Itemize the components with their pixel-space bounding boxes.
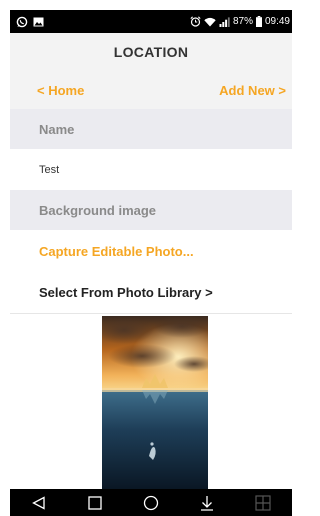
capture-photo-button[interactable]: Capture Editable Photo...: [10, 230, 292, 272]
clock: 09:49: [264, 16, 290, 27]
recents-icon[interactable]: [88, 495, 102, 510]
navigation-bar: < Home Add New >: [10, 71, 292, 109]
gallery-icon: [33, 17, 44, 26]
battery-icon: [255, 16, 262, 27]
alarm-icon: [190, 16, 201, 27]
status-bar: 87% 09:49: [10, 10, 292, 33]
add-new-button[interactable]: Add New >: [219, 83, 286, 98]
back-icon[interactable]: [31, 495, 47, 510]
app-screen: LOCATION < Home Add New > Name Test Back…: [10, 33, 292, 489]
name-field[interactable]: Test: [10, 149, 292, 190]
wifi-icon: [204, 17, 216, 26]
notifications-icon[interactable]: [200, 495, 214, 511]
page-title: LOCATION: [10, 33, 292, 71]
name-section-header: Name: [10, 109, 292, 149]
battery-percent: 87%: [232, 16, 253, 27]
dual-window-icon[interactable]: [255, 494, 271, 511]
background-section-header: Background image: [10, 190, 292, 230]
signal-icon: [219, 16, 230, 27]
home-icon[interactable]: [143, 495, 159, 511]
whatsapp-icon: [16, 16, 28, 27]
system-navigation-bar: [10, 489, 292, 516]
home-back-button[interactable]: < Home: [37, 83, 84, 98]
photo-library-button[interactable]: Select From Photo Library >: [10, 272, 292, 314]
background-preview-image: [102, 316, 208, 489]
